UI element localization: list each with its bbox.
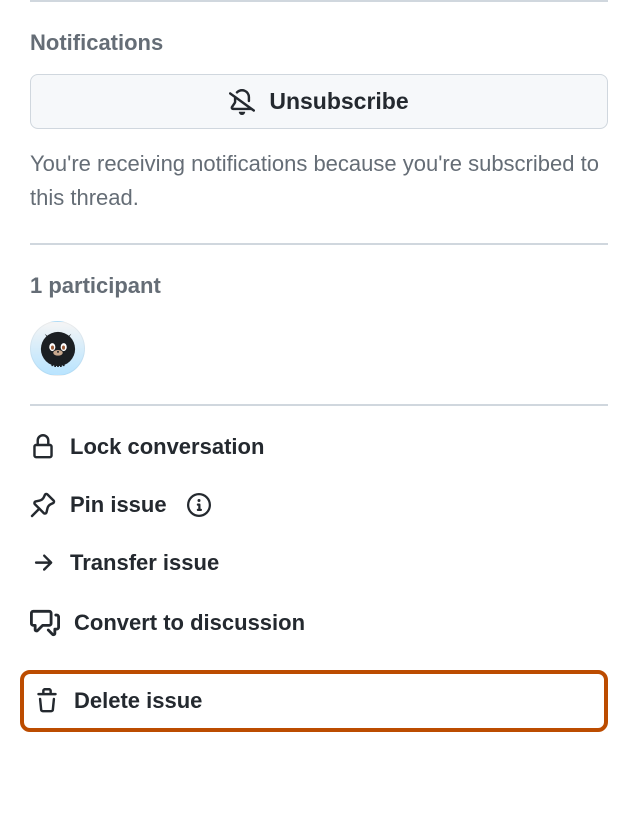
lock-conversation-button[interactable]: Lock conversation xyxy=(30,434,608,460)
notification-reason: You're receiving notifications because y… xyxy=(30,147,608,215)
participants-section: 1 participant xyxy=(30,245,608,404)
bell-slash-icon xyxy=(229,89,255,115)
transfer-issue-button[interactable]: Transfer issue xyxy=(30,550,608,576)
notifications-title: Notifications xyxy=(30,30,608,56)
lock-icon xyxy=(30,434,56,460)
delete-label: Delete issue xyxy=(74,688,202,714)
participant-avatar[interactable] xyxy=(30,321,85,376)
transfer-label: Transfer issue xyxy=(70,550,219,576)
delete-issue-button[interactable]: Delete issue xyxy=(20,670,608,732)
participants-title: 1 participant xyxy=(30,273,608,299)
unsubscribe-button[interactable]: Unsubscribe xyxy=(30,74,608,129)
pin-label: Pin issue xyxy=(70,492,167,518)
action-list: Lock conversation Pin issue Transfer iss… xyxy=(30,434,608,732)
notifications-section: Notifications Unsubscribe You're receivi… xyxy=(30,2,608,243)
convert-label: Convert to discussion xyxy=(74,610,305,636)
unsubscribe-label: Unsubscribe xyxy=(269,88,408,115)
octocat-icon xyxy=(39,330,77,368)
pin-icon xyxy=(30,492,56,518)
pin-issue-button[interactable]: Pin issue xyxy=(30,492,608,518)
discussion-icon xyxy=(30,608,60,638)
arrow-right-icon xyxy=(30,550,56,576)
lock-label: Lock conversation xyxy=(70,434,264,460)
actions-section: Lock conversation Pin issue Transfer iss… xyxy=(30,406,608,732)
convert-discussion-button[interactable]: Convert to discussion xyxy=(30,608,608,638)
info-icon[interactable] xyxy=(187,493,211,517)
trash-icon xyxy=(34,688,60,714)
